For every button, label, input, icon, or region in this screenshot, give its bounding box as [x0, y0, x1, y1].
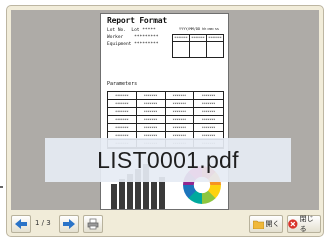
arrow-right-icon [63, 219, 75, 229]
worker-line: Worker ********* [107, 35, 159, 40]
printer-icon [87, 218, 99, 230]
parameter-cell: ******* [165, 92, 195, 100]
viewer-toolbar: 1 / 3 開く 閉じる [7, 212, 323, 236]
parameter-cell: ******* [165, 108, 195, 116]
open-button[interactable]: 開く [249, 215, 283, 233]
parameter-cell: ******* [136, 108, 166, 116]
parameter-cell: ******* [136, 124, 166, 132]
parameter-cell: ******* [108, 124, 137, 132]
parameter-cell: ******* [108, 116, 137, 124]
parameter-cell: ******* [165, 124, 195, 132]
bar-mark [151, 182, 157, 209]
filename-overlay: LIST0001.pdf [45, 138, 291, 182]
parameter-cell: ******* [194, 124, 223, 132]
folder-icon [252, 220, 264, 229]
document-view-area[interactable]: Report Format Lot No. Lot ***** Worker *… [11, 10, 319, 210]
parameter-cell: ******* [136, 92, 166, 100]
parameter-cell: ******* [194, 116, 223, 124]
parameters-heading: Parameters [107, 81, 138, 87]
parameter-cell: ******* [136, 116, 166, 124]
next-page-button[interactable] [59, 215, 79, 233]
pdf-viewer-dialog: Report Format Lot No. Lot ***** Worker *… [6, 5, 324, 237]
parameter-cell: ******* [108, 100, 137, 108]
edge-marker [0, 186, 3, 188]
approval-header-3: ******* [208, 36, 222, 40]
close-button-label: 閉じる [299, 215, 314, 233]
page-indicator: 1 / 3 [35, 219, 51, 227]
parameter-cell: ******* [108, 108, 137, 116]
parameter-cell: ******* [194, 108, 223, 116]
parameter-cell: ******* [165, 116, 195, 124]
bar-mark [119, 179, 125, 209]
parameter-cell: ******* [165, 100, 195, 108]
parameter-cell: ******* [108, 92, 137, 100]
equipment-line: Equipment ********* [107, 42, 159, 47]
parameter-cell: ******* [136, 100, 166, 108]
document-title: Report Format [107, 16, 168, 25]
parameter-cell: ******* [194, 100, 223, 108]
datetime-stamp: YYYY/MM/DD hh:mm:ss [179, 27, 220, 31]
previous-page-button[interactable] [11, 215, 31, 233]
approval-header-1: ******* [173, 35, 190, 41]
approval-header-2: ******* [190, 35, 207, 41]
open-button-label: 開く [265, 220, 280, 228]
arrow-left-icon [15, 219, 27, 229]
parameter-cell: ******* [194, 92, 223, 100]
close-button[interactable]: 閉じる [287, 215, 321, 233]
print-button[interactable] [83, 215, 103, 233]
approval-table: ******* ******* ******* [172, 34, 224, 58]
bar-mark [111, 184, 117, 209]
lot-number-line: Lot No. Lot ***** [107, 28, 156, 33]
close-icon [288, 219, 298, 229]
